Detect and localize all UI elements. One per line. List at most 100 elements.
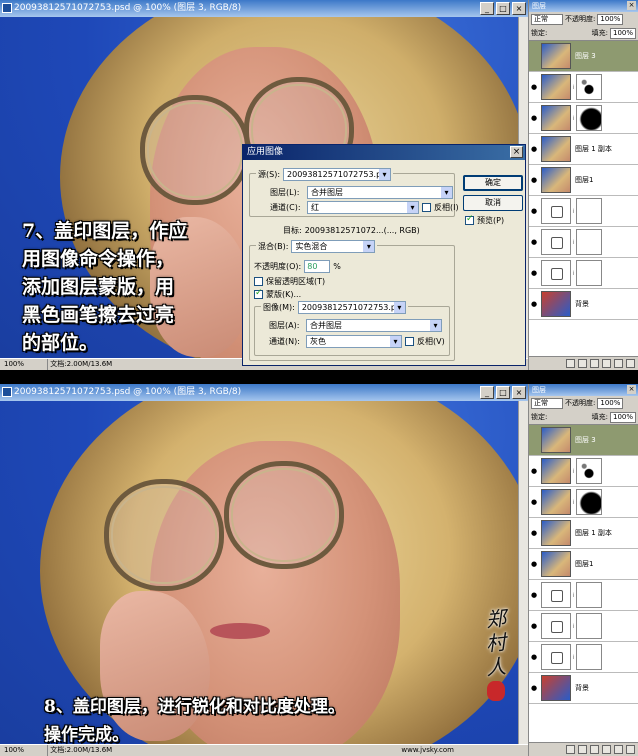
visibility-eye-icon[interactable]: ● xyxy=(529,114,539,122)
new-adjustment-icon[interactable] xyxy=(602,745,611,754)
layer-thumbnail[interactable] xyxy=(541,260,571,286)
invert-checkbox[interactable] xyxy=(422,203,431,212)
zoom-level[interactable]: 100% xyxy=(4,745,48,756)
layer-row[interactable]: ● 图层1 xyxy=(529,165,638,196)
dialog-close-button[interactable]: × xyxy=(510,146,523,158)
document-title-bar[interactable]: 20093812571072753.psd @ 100% (图层 3, RGB/… xyxy=(0,0,528,17)
visibility-eye-icon[interactable]: ● xyxy=(529,83,539,91)
blend-mode-select[interactable]: 正常 xyxy=(531,13,563,25)
palette-close-icon[interactable]: × xyxy=(627,1,636,10)
visibility-eye-icon[interactable]: ● xyxy=(529,238,539,246)
layer-thumbnail[interactable] xyxy=(541,582,571,608)
visibility-eye-icon[interactable]: ● xyxy=(529,300,539,308)
visibility-eye-icon[interactable]: ● xyxy=(529,684,539,692)
opacity-input[interactable]: 80 xyxy=(304,260,331,273)
layer-row[interactable]: ● 图层 1 副本 xyxy=(529,518,638,549)
visibility-eye-icon[interactable]: ● xyxy=(529,591,539,599)
mask-image-select[interactable]: 20093812571072753.psd xyxy=(297,301,406,314)
layer-row[interactable]: ● 图层1 xyxy=(529,549,638,580)
layer-row[interactable]: ● ⁞ xyxy=(529,487,638,518)
layer-thumbnail[interactable] xyxy=(541,520,571,546)
layer-thumbnail[interactable] xyxy=(541,167,571,193)
visibility-eye-icon[interactable]: ● xyxy=(529,622,539,630)
layer-thumbnail[interactable] xyxy=(541,198,571,224)
mask-channel-select[interactable]: 灰色 xyxy=(306,335,402,348)
layers-palette-title-bar[interactable]: 图层 × xyxy=(529,0,638,12)
layer-thumbnail[interactable] xyxy=(541,489,571,515)
layer-row[interactable]: ● ⁞ xyxy=(529,103,638,134)
document-size[interactable]: 文档:2.00M/13.6M xyxy=(50,746,112,754)
mask-invert-checkbox[interactable] xyxy=(405,337,414,346)
visibility-eye-icon[interactable]: ● xyxy=(529,498,539,506)
layer-thumbnail[interactable] xyxy=(541,551,571,577)
visibility-eye-icon[interactable]: ● xyxy=(529,176,539,184)
layer-thumbnail[interactable] xyxy=(541,136,571,162)
dialog-title-bar[interactable]: 应用图像 × xyxy=(243,145,525,160)
layer-select[interactable]: 合并图层 xyxy=(307,186,453,199)
cancel-button[interactable]: 取消 xyxy=(463,195,523,211)
layer-thumbnail[interactable] xyxy=(541,74,571,100)
link-layers-icon[interactable] xyxy=(566,359,575,368)
visibility-eye-icon[interactable]: ● xyxy=(529,269,539,277)
layer-row[interactable]: ● ⁞ xyxy=(529,227,638,258)
layers-palette-title-bar[interactable]: 图层 × xyxy=(529,384,638,396)
visibility-eye-icon[interactable]: ● xyxy=(529,653,539,661)
layer-thumbnail[interactable] xyxy=(541,644,571,670)
document-title-bar[interactable]: 20093812571072753.psd @ 100% (图层 3, RGB/… xyxy=(0,384,528,401)
layer-thumbnail[interactable] xyxy=(541,458,571,484)
visibility-eye-icon[interactable]: ● xyxy=(529,529,539,537)
layer-mask-thumbnail[interactable] xyxy=(576,458,602,484)
add-style-icon[interactable] xyxy=(578,359,587,368)
layer-row[interactable]: ● 图层 1 副本 xyxy=(529,134,638,165)
layer-row[interactable]: ● ⁞ xyxy=(529,196,638,227)
blend-mode-select[interactable]: 正常 xyxy=(531,397,563,409)
layer-row[interactable]: ● ⁞ xyxy=(529,456,638,487)
ok-button[interactable]: 确定 xyxy=(463,175,523,191)
palette-close-icon[interactable]: × xyxy=(627,385,636,394)
trash-icon[interactable] xyxy=(626,359,635,368)
layer-row[interactable]: 图层 3 xyxy=(529,41,638,72)
fill-field[interactable]: 100% xyxy=(609,27,636,39)
document-size[interactable]: 文档:2.00M/13.6M xyxy=(50,360,112,368)
source-select[interactable]: 20093812571072753.psd xyxy=(283,168,392,181)
maximize-button[interactable]: □ xyxy=(496,2,510,15)
blending-select[interactable]: 实色混合 xyxy=(291,240,376,253)
trash-icon[interactable] xyxy=(626,745,635,754)
channel-select[interactable]: 红 xyxy=(307,201,419,214)
layer-row[interactable]: ● ⁞ xyxy=(529,72,638,103)
layer-thumbnail[interactable] xyxy=(541,229,571,255)
opacity-field[interactable]: 100% xyxy=(597,13,624,25)
new-layer-icon[interactable] xyxy=(614,745,623,754)
layer-row[interactable]: ● 背景 xyxy=(529,673,638,704)
layer-thumbnail[interactable] xyxy=(541,105,571,131)
layer-mask-thumbnail[interactable] xyxy=(576,198,602,224)
layer-row[interactable]: ● ⁞ xyxy=(529,580,638,611)
layer-mask-thumbnail[interactable] xyxy=(576,613,602,639)
preview-checkbox[interactable] xyxy=(465,214,474,225)
new-layer-icon[interactable] xyxy=(614,359,623,368)
layer-list[interactable]: 图层 3 ● ⁞ ● ⁞ ● 图层 1 副本 ● 图层1 ● ⁞ ● ⁞ ● ⁞ ● 背景 xyxy=(529,40,638,356)
visibility-eye-icon[interactable]: ● xyxy=(529,560,539,568)
visibility-eye-icon[interactable]: ● xyxy=(529,207,539,215)
layer-thumbnail[interactable] xyxy=(541,613,571,639)
layer-list[interactable]: 图层 3 ● ⁞ ● ⁞ ● 图层 1 副本 ● 图层1 ● ⁞ ● ⁞ ● ⁞ ● 背景 xyxy=(529,424,638,742)
mask-layer-select[interactable]: 合并图层 xyxy=(306,319,442,332)
preserve-transparency-checkbox[interactable] xyxy=(254,277,263,286)
mask-checkbox[interactable] xyxy=(254,288,263,299)
layer-mask-thumbnail[interactable] xyxy=(576,489,602,515)
vertical-scrollbar[interactable] xyxy=(518,401,528,744)
add-style-icon[interactable] xyxy=(578,745,587,754)
layer-row[interactable]: ● 背景 xyxy=(529,289,638,320)
add-mask-icon[interactable] xyxy=(590,745,599,754)
layer-mask-thumbnail[interactable] xyxy=(576,74,602,100)
fill-field[interactable]: 100% xyxy=(609,411,636,423)
close-button[interactable]: × xyxy=(512,2,526,15)
layer-row[interactable]: ● ⁞ xyxy=(529,258,638,289)
visibility-eye-icon[interactable]: ● xyxy=(529,467,539,475)
opacity-field[interactable]: 100% xyxy=(597,397,624,409)
layer-mask-thumbnail[interactable] xyxy=(576,229,602,255)
layer-mask-thumbnail[interactable] xyxy=(576,644,602,670)
image-canvas[interactable]: 8、盖印图层，进行锐化和对比度处理。 操作完成。 郑村人 xyxy=(0,401,518,744)
layer-thumbnail[interactable] xyxy=(541,291,571,317)
layer-mask-thumbnail[interactable] xyxy=(576,105,602,131)
